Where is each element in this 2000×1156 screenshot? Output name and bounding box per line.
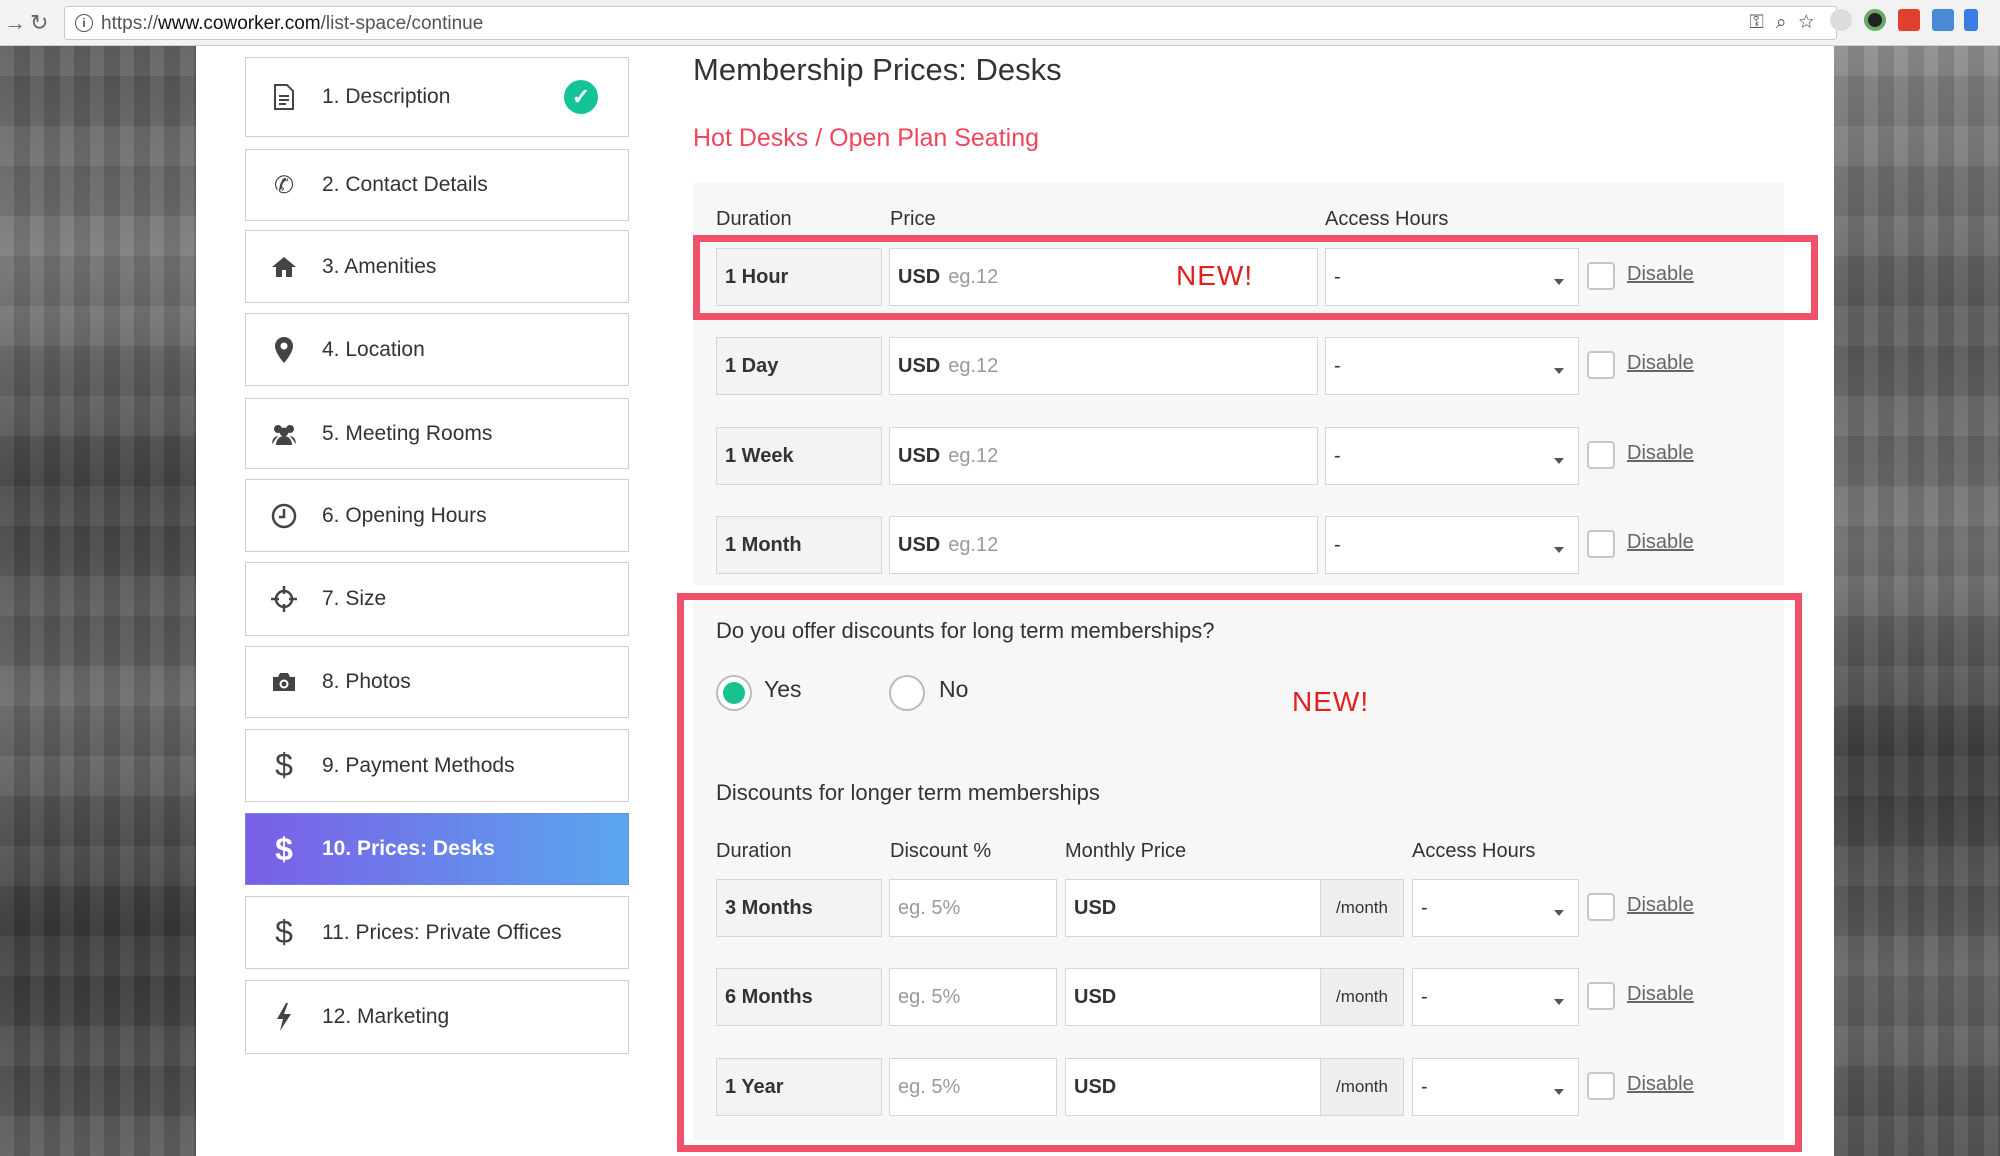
disable-link-1-day[interactable]: Disable <box>1627 352 1694 375</box>
step-label: 9. Payment Methods <box>322 753 515 777</box>
step-label: 3. Amenities <box>322 254 437 278</box>
phone-icon: ✆ <box>273 171 295 199</box>
browser-toolbar: → ↻ i https://www.coworker.com/list-spac… <box>0 0 2000 46</box>
page-title: Membership Prices: Desks <box>693 52 1062 87</box>
duration-1-week: 1 Week <box>716 427 882 485</box>
col-head-access-hours: Access Hours <box>1325 208 1449 230</box>
step-label: 5. Meeting Rooms <box>322 421 493 445</box>
price-input-1-day[interactable]: USD eg.12 <box>889 337 1318 395</box>
step-label: 4. Location <box>322 337 425 361</box>
key-icon[interactable]: ⚿ <box>1749 12 1775 33</box>
info-icon[interactable]: i <box>75 14 93 32</box>
url-text[interactable]: https://www.coworker.com/list-space/cont… <box>101 13 483 35</box>
access-hours-select-1-week[interactable]: - <box>1325 427 1579 485</box>
disable-checkbox-1-week[interactable] <box>1587 441 1615 469</box>
camera-icon <box>246 671 322 693</box>
forward-arrow-icon[interactable]: → <box>4 10 26 36</box>
clock-icon <box>246 503 322 529</box>
background-photo-right <box>1834 46 2000 1156</box>
step-label: 6. Opening Hours <box>322 503 487 527</box>
dollar-icon: $ <box>275 747 293 783</box>
star-icon[interactable]: ☆ <box>1798 12 1826 33</box>
step-label: 12. Marketing <box>322 1005 450 1028</box>
step-marketing[interactable]: 12. Marketing <box>245 980 629 1054</box>
address-bar[interactable]: i https://www.coworker.com/list-space/co… <box>64 6 1837 40</box>
checkmark-icon: ✓ <box>564 80 598 114</box>
step-prices-desks[interactable]: $ 10. Prices: Desks <box>245 813 629 885</box>
step-label: 8. Photos <box>322 670 411 693</box>
step-label: 2. Contact Details <box>322 173 488 196</box>
map-pin-icon <box>246 336 322 364</box>
step-payment-methods[interactable]: $ 9. Payment Methods <box>245 729 629 802</box>
col-head-duration: Duration <box>716 208 792 230</box>
chevron-down-icon <box>1554 368 1564 374</box>
step-label: 10. Prices: Desks <box>322 837 495 860</box>
step-description[interactable]: 1. Description ✓ <box>245 57 629 137</box>
address-bar-icons: ⚿⌕☆ <box>1749 12 1826 34</box>
section-subtitle: Hot Desks / Open Plan Seating <box>693 124 1040 152</box>
step-opening-hours[interactable]: 6. Opening Hours <box>245 479 629 552</box>
step-size[interactable]: 7. Size <box>245 562 629 636</box>
dollar-icon: $ <box>275 830 293 867</box>
disable-link-1-week[interactable]: Disable <box>1627 442 1694 465</box>
step-label: 11. Prices: Private Offices <box>322 920 562 944</box>
dollar-icon: $ <box>275 914 293 950</box>
step-location[interactable]: 4. Location <box>245 313 629 386</box>
new-feature-highlight-2 <box>677 593 1802 1152</box>
step-label: 1. Description <box>322 85 451 108</box>
disable-link-1-month[interactable]: Disable <box>1627 531 1694 554</box>
duration-1-day: 1 Day <box>716 337 882 395</box>
background-photo-left <box>0 46 196 1156</box>
lightning-icon <box>246 1002 322 1032</box>
home-icon <box>246 255 322 279</box>
access-hours-select-1-month[interactable]: - <box>1325 516 1579 574</box>
col-head-price: Price <box>890 208 936 230</box>
access-hours-select-1-day[interactable]: - <box>1325 337 1579 395</box>
crosshair-icon <box>246 585 322 613</box>
disable-checkbox-1-day[interactable] <box>1587 351 1615 379</box>
price-input-1-week[interactable]: USD eg.12 <box>889 427 1318 485</box>
extension-icon-3[interactable] <box>1898 9 1920 31</box>
document-icon <box>246 84 322 110</box>
step-contact-details[interactable]: ✆ 2. Contact Details <box>245 149 629 221</box>
step-photos[interactable]: 8. Photos <box>245 646 629 718</box>
chevron-down-icon <box>1554 547 1564 553</box>
people-icon <box>246 423 322 445</box>
extension-icon-5[interactable] <box>1964 9 1978 31</box>
new-tag-1: NEW! <box>1176 260 1254 291</box>
step-prices-private-offices[interactable]: $ 11. Prices: Private Offices <box>245 896 629 969</box>
zoom-icon[interactable]: ⌕ <box>1776 12 1799 33</box>
step-amenities[interactable]: 3. Amenities <box>245 230 629 303</box>
new-feature-highlight-1 <box>693 235 1818 320</box>
price-input-1-month[interactable]: USD eg.12 <box>889 516 1318 574</box>
step-label: 7. Size <box>322 587 387 610</box>
reload-icon[interactable]: ↻ <box>30 10 48 36</box>
step-meeting-rooms[interactable]: 5. Meeting Rooms <box>245 398 629 469</box>
extension-icon-2[interactable] <box>1864 9 1886 31</box>
duration-1-month: 1 Month <box>716 516 882 574</box>
extension-icon-4[interactable] <box>1932 9 1954 31</box>
extension-icon-1[interactable] <box>1830 9 1852 31</box>
disable-checkbox-1-month[interactable] <box>1587 530 1615 558</box>
chevron-down-icon <box>1554 458 1564 464</box>
